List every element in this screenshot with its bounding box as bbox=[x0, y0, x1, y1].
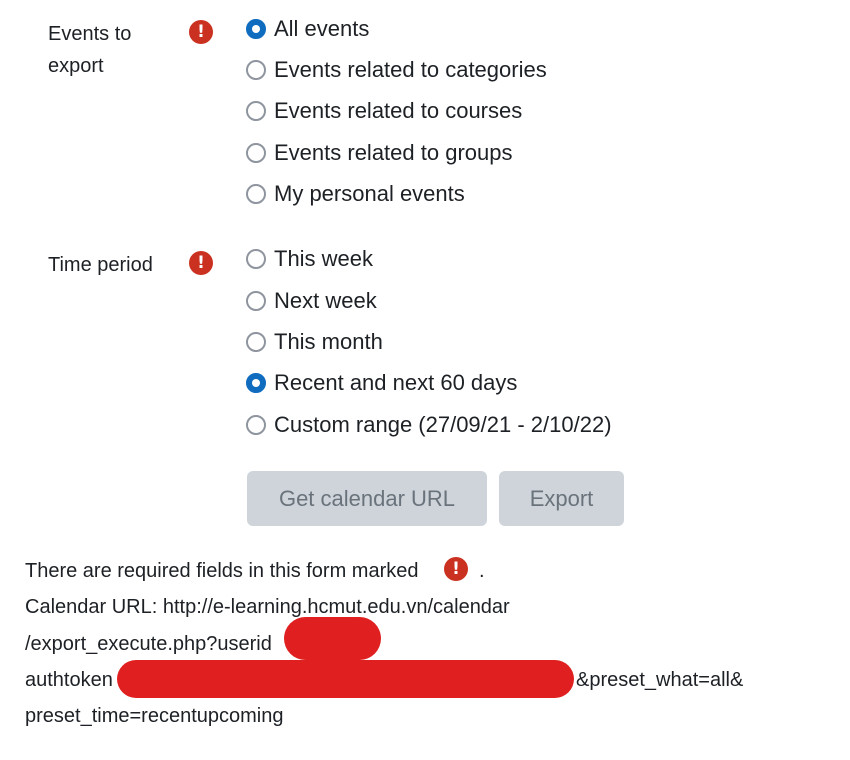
redaction-mark bbox=[284, 617, 381, 660]
radio-button[interactable] bbox=[246, 184, 266, 204]
radio-label: Events related to courses bbox=[274, 98, 523, 123]
radio-button[interactable] bbox=[246, 60, 266, 80]
radio-events-categories[interactable]: Events related to categories bbox=[246, 55, 547, 85]
radio-recent-next-60[interactable]: Recent and next 60 days bbox=[246, 368, 517, 398]
radio-label: Recent and next 60 days bbox=[274, 370, 518, 395]
radio-next-week[interactable]: Next week bbox=[246, 286, 377, 316]
required-fields-note: There are required fields in this form m… bbox=[25, 560, 419, 582]
radio-label: Custom range (27/09/21 - 2/10/22) bbox=[274, 412, 612, 437]
radio-label: All events bbox=[274, 16, 370, 41]
calendar-url-line-3-suffix: &preset_what=all& bbox=[576, 669, 744, 691]
radio-label: Events related to groups bbox=[274, 140, 513, 165]
radio-events-groups[interactable]: Events related to groups bbox=[246, 138, 512, 168]
radio-button[interactable] bbox=[246, 143, 266, 163]
radio-button[interactable] bbox=[246, 101, 266, 121]
radio-button[interactable] bbox=[246, 415, 266, 435]
calendar-url-line-2: /export_execute.php?userid bbox=[25, 633, 272, 655]
radio-label: This week bbox=[274, 246, 374, 271]
radio-button[interactable] bbox=[246, 373, 266, 393]
calendar-url-line-3-prefix: authtoken bbox=[25, 669, 113, 691]
exclamation-icon: ! bbox=[444, 557, 468, 581]
radio-button[interactable] bbox=[246, 291, 266, 311]
radio-label: My personal events bbox=[274, 181, 465, 206]
events-to-export-label: Events to export bbox=[48, 23, 132, 77]
required-note-period: . bbox=[479, 560, 485, 582]
calendar-export-form: Events to export ! All events Events rel… bbox=[0, 0, 850, 760]
radio-label: Next week bbox=[274, 288, 377, 313]
radio-this-month[interactable]: This month bbox=[246, 327, 383, 357]
calendar-url-line-4: preset_time=recentupcoming bbox=[25, 705, 284, 727]
exclamation-icon: ! bbox=[189, 20, 213, 44]
radio-this-week[interactable]: This week bbox=[246, 244, 373, 274]
radio-personal-events[interactable]: My personal events bbox=[246, 179, 465, 209]
exclamation-icon: ! bbox=[189, 251, 213, 275]
radio-label: Events related to categories bbox=[274, 57, 547, 82]
export-button[interactable]: Export bbox=[499, 471, 624, 526]
radio-button[interactable] bbox=[246, 249, 266, 269]
radio-custom-range[interactable]: Custom range (27/09/21 - 2/10/22) bbox=[246, 410, 612, 440]
radio-events-courses[interactable]: Events related to courses bbox=[246, 96, 522, 126]
calendar-url-line-1: Calendar URL: http://e-learning.hcmut.ed… bbox=[25, 596, 510, 618]
redaction-mark bbox=[117, 660, 574, 698]
get-calendar-url-button[interactable]: Get calendar URL bbox=[247, 471, 487, 526]
radio-button[interactable] bbox=[246, 19, 266, 39]
radio-label: This month bbox=[274, 329, 383, 354]
radio-all-events[interactable]: All events bbox=[246, 14, 369, 44]
radio-button[interactable] bbox=[246, 332, 266, 352]
time-period-label: Time period bbox=[48, 254, 153, 276]
